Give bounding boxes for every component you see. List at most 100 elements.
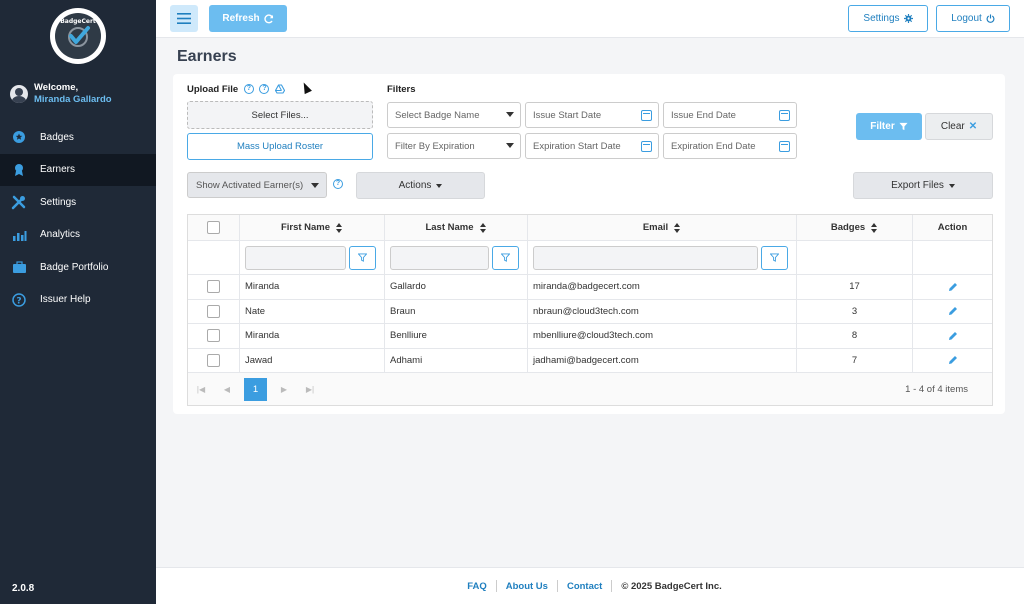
clear-button[interactable]: Clear ✕ (925, 113, 993, 140)
expiration-end-date-field[interactable]: Expiration End Date (663, 133, 797, 159)
column-header-last-name[interactable]: Last Name (385, 215, 528, 240)
table-row[interactable]: Jawad Adhami jadhami@badgecert.com 7 (188, 348, 992, 373)
badges-cell: 7 (797, 348, 913, 372)
sidebar-item-issuer-help[interactable]: ? Issuer Help (0, 284, 156, 317)
last-name-cell: Gallardo (385, 275, 528, 299)
avatar (10, 85, 28, 103)
first-name-filter-button[interactable] (349, 245, 376, 270)
last-name-filter-input[interactable] (390, 245, 489, 270)
pagination: |◀ ◀ 1 ▶ ▶| 1 - 4 of 4 items (188, 373, 992, 405)
header-label: Email (642, 222, 669, 233)
page-number-button[interactable]: 1 (244, 377, 267, 401)
activated-earners-select[interactable]: Show Activated Earner(s) (187, 172, 327, 198)
column-header-badges[interactable]: Badges (797, 215, 913, 240)
header-label: Badges (830, 222, 866, 233)
row-checkbox[interactable] (207, 280, 220, 294)
last-name-filter-button[interactable] (492, 245, 519, 270)
last-name-cell: Benlliure (385, 324, 528, 348)
header-label: Action (937, 222, 968, 233)
last-page-icon[interactable]: ▶| (297, 385, 323, 394)
email-filter-input[interactable] (533, 245, 758, 270)
logout-label: Logout (951, 13, 982, 24)
pencil-icon[interactable] (948, 306, 958, 316)
badge-name-select[interactable]: Select Badge Name (387, 102, 521, 128)
column-header-email[interactable]: Email (528, 215, 797, 240)
pencil-icon[interactable] (948, 355, 958, 365)
calendar-icon[interactable] (779, 141, 790, 152)
last-name-cell: Adhami (385, 348, 528, 372)
sidebar-item-label: Earners (40, 164, 76, 176)
sidebar-item-badges[interactable]: Badges (0, 121, 156, 154)
check-icon (68, 26, 90, 47)
logout-button[interactable]: Logout (936, 5, 1010, 32)
refresh-button[interactable]: Refresh (209, 5, 287, 32)
row-checkbox[interactable] (207, 329, 220, 343)
sidebar-item-settings[interactable]: Settings (0, 186, 156, 219)
sidebar-item-analytics[interactable]: Analytics (0, 219, 156, 252)
sidebar-item-badge-portfolio[interactable]: Badge Portfolio (0, 251, 156, 284)
upload-file-label: Upload File (187, 84, 239, 95)
expiration-select[interactable]: Filter By Expiration (387, 133, 521, 159)
export-files-button[interactable]: Export Files (853, 172, 993, 199)
settings-button[interactable]: Settings (848, 5, 928, 32)
row-checkbox[interactable] (207, 353, 220, 367)
select-files-button[interactable]: Select Files... (187, 101, 373, 129)
badges-cell: 3 (797, 299, 913, 323)
user-name[interactable]: Miranda Gallardo (34, 94, 112, 106)
funnel-icon (899, 122, 908, 131)
pencil-icon[interactable] (948, 282, 958, 292)
help-icon[interactable]: ? (259, 84, 270, 95)
contact-link[interactable]: Contact (558, 581, 611, 592)
page-title: Earners (177, 48, 237, 65)
help-icon[interactable]: ? (333, 179, 343, 189)
first-name-filter-input[interactable] (245, 245, 346, 270)
issue-start-placeholder: Issue Start Date (533, 109, 602, 121)
issue-end-date-field[interactable]: Issue End Date (663, 102, 797, 128)
first-page-icon[interactable]: |◀ (188, 385, 214, 394)
calendar-icon[interactable] (641, 141, 652, 152)
svg-text:?: ? (16, 296, 21, 306)
select-all-checkbox[interactable] (207, 221, 220, 234)
expiration-start-date-field[interactable]: Expiration Start Date (525, 133, 659, 159)
prev-page-icon[interactable]: ◀ (214, 385, 240, 394)
badgecert-logo[interactable]: BadgeCert (50, 8, 106, 64)
row-checkbox[interactable] (207, 304, 220, 318)
table-row[interactable]: Miranda Benlliure mbenlliure@cloud3tech.… (188, 324, 992, 349)
sidebar-nav: Badges Earners Settings Analytics Badge … (0, 121, 156, 316)
export-label: Export Files (891, 180, 944, 191)
refresh-icon (263, 13, 273, 23)
next-page-icon[interactable]: ▶ (271, 385, 297, 394)
calendar-icon[interactable] (779, 110, 790, 121)
actions-button[interactable]: Actions (356, 172, 485, 199)
first-name-cell: Miranda (240, 324, 385, 348)
table-row[interactable]: Miranda Gallardo miranda@badgecert.com 1… (188, 275, 992, 300)
items-count: 1 - 4 of 4 items (905, 384, 968, 395)
column-header-action: Action (913, 215, 992, 240)
table-row[interactable]: Nate Braun nbraun@cloud3tech.com 3 (188, 299, 992, 324)
chevron-down-icon (506, 112, 514, 117)
sidebar-item-earners[interactable]: Earners (0, 153, 156, 186)
copyright: © 2025 BadgeCert Inc. (621, 580, 722, 592)
calendar-icon[interactable] (641, 110, 652, 121)
faq-link[interactable]: FAQ (458, 581, 496, 592)
earner-icon (11, 162, 27, 178)
funnel-icon (358, 253, 367, 262)
sidebar-item-label: Settings (40, 196, 77, 208)
email-cell: nbraun@cloud3tech.com (528, 299, 797, 323)
column-header-first-name[interactable]: First Name (240, 215, 385, 240)
filter-button[interactable]: Filter (856, 113, 922, 140)
header-label: Last Name (425, 222, 474, 233)
mass-upload-roster-button[interactable]: Mass Upload Roster (187, 133, 373, 160)
last-name-cell: Braun (385, 299, 528, 323)
table-header-row: First Name Last Name Email Badges Action (188, 215, 992, 241)
email-filter-button[interactable] (761, 245, 788, 270)
hamburger-button[interactable] (170, 5, 198, 32)
chevron-down-icon (948, 183, 955, 188)
pencil-icon[interactable] (948, 331, 958, 341)
help-icon[interactable]: ? (243, 84, 254, 95)
sidebar-item-label: Analytics (40, 229, 81, 241)
issue-start-date-field[interactable]: Issue Start Date (525, 102, 659, 128)
google-drive-icon[interactable] (274, 84, 286, 95)
topbar: Refresh Settings Logout (156, 0, 1024, 38)
about-us-link[interactable]: About Us (497, 581, 557, 592)
